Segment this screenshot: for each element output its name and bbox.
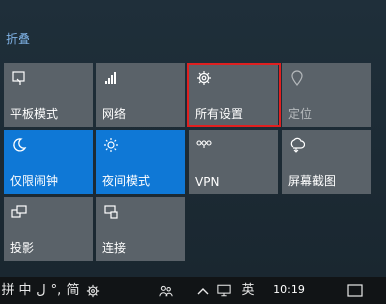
notification-icon[interactable] bbox=[340, 277, 370, 304]
action-center: 折叠 平板模式 网络 所有设置 定位 仅限闹钟 夜间模式 VPN 屏幕截图 投影… bbox=[0, 0, 386, 277]
tile-label: 网络 bbox=[102, 107, 127, 121]
screen-snip-icon bbox=[288, 136, 306, 154]
tile-label: 定位 bbox=[288, 107, 313, 121]
ime-simplified[interactable]: 简 bbox=[64, 277, 82, 304]
taskbar-clock[interactable]: 10:19 bbox=[268, 283, 310, 296]
tablet-mode-icon bbox=[10, 69, 28, 87]
tile-tablet-mode[interactable]: 平板模式 bbox=[4, 63, 93, 127]
tile-label: 屏幕截图 bbox=[288, 174, 337, 188]
tile-network[interactable]: 网络 bbox=[96, 63, 185, 127]
ime-half-width[interactable]: ل bbox=[34, 277, 48, 304]
network-icon bbox=[102, 69, 120, 87]
location-icon bbox=[288, 69, 306, 87]
tile-label: 夜间模式 bbox=[102, 174, 151, 188]
highlight-box bbox=[187, 63, 281, 127]
ime-punctuation[interactable]: °, bbox=[48, 277, 64, 304]
tile-connect[interactable]: 连接 bbox=[96, 197, 185, 261]
brightness-icon bbox=[102, 136, 120, 154]
moon-icon bbox=[10, 136, 28, 154]
tile-vpn[interactable]: VPN bbox=[189, 130, 278, 194]
collapse-link[interactable]: 折叠 bbox=[6, 30, 30, 47]
tile-label: 连接 bbox=[102, 241, 127, 255]
connect-icon bbox=[102, 203, 120, 221]
tile-night-mode[interactable]: 夜间模式 bbox=[96, 130, 185, 194]
taskbar: 拼 中 ل °, 简 英 bbox=[0, 277, 386, 304]
ime-chinese-mode[interactable]: 中 bbox=[16, 277, 34, 304]
ime-mode-pinyin[interactable]: 拼 bbox=[0, 277, 16, 304]
tile-alarms-only[interactable]: 仅限闹钟 bbox=[4, 130, 93, 194]
ime-english-indicator[interactable]: 英 bbox=[238, 277, 258, 304]
people-icon[interactable] bbox=[155, 277, 177, 304]
tile-label: 投影 bbox=[10, 241, 35, 255]
chevron-up-icon[interactable] bbox=[193, 277, 213, 304]
tile-location[interactable]: 定位 bbox=[282, 63, 371, 127]
vpn-icon bbox=[195, 136, 213, 154]
tile-project[interactable]: 投影 bbox=[4, 197, 93, 261]
tile-label: 仅限闹钟 bbox=[10, 174, 59, 188]
tile-label: 平板模式 bbox=[10, 107, 59, 121]
monitor-icon[interactable] bbox=[214, 277, 234, 304]
tile-screen-snip[interactable]: 屏幕截图 bbox=[282, 130, 371, 194]
ime-settings-gear-icon[interactable] bbox=[82, 277, 104, 304]
project-icon bbox=[10, 203, 28, 221]
tile-label: VPN bbox=[195, 175, 220, 189]
